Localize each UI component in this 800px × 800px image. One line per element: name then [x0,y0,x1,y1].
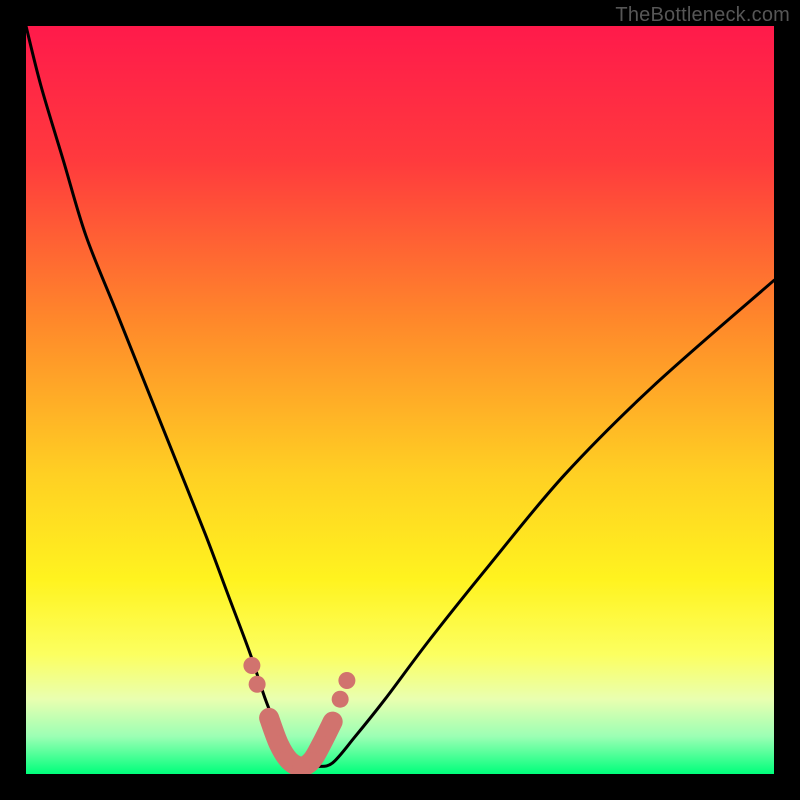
marker-dot [313,736,330,753]
marker-dot [270,736,287,753]
marker-dot [332,691,349,708]
marker-dot [324,713,341,730]
bottleneck-curve [26,26,774,767]
marker-dot [249,676,266,693]
marker-dot [338,672,355,689]
marker-dot [243,657,260,674]
marker-dot [261,709,278,726]
watermark-text: TheBottleneck.com [615,4,790,27]
curve-layer [26,26,774,774]
chart-frame: TheBottleneck.com [0,0,800,800]
marker-dot [303,752,320,769]
plot-area [26,26,774,774]
